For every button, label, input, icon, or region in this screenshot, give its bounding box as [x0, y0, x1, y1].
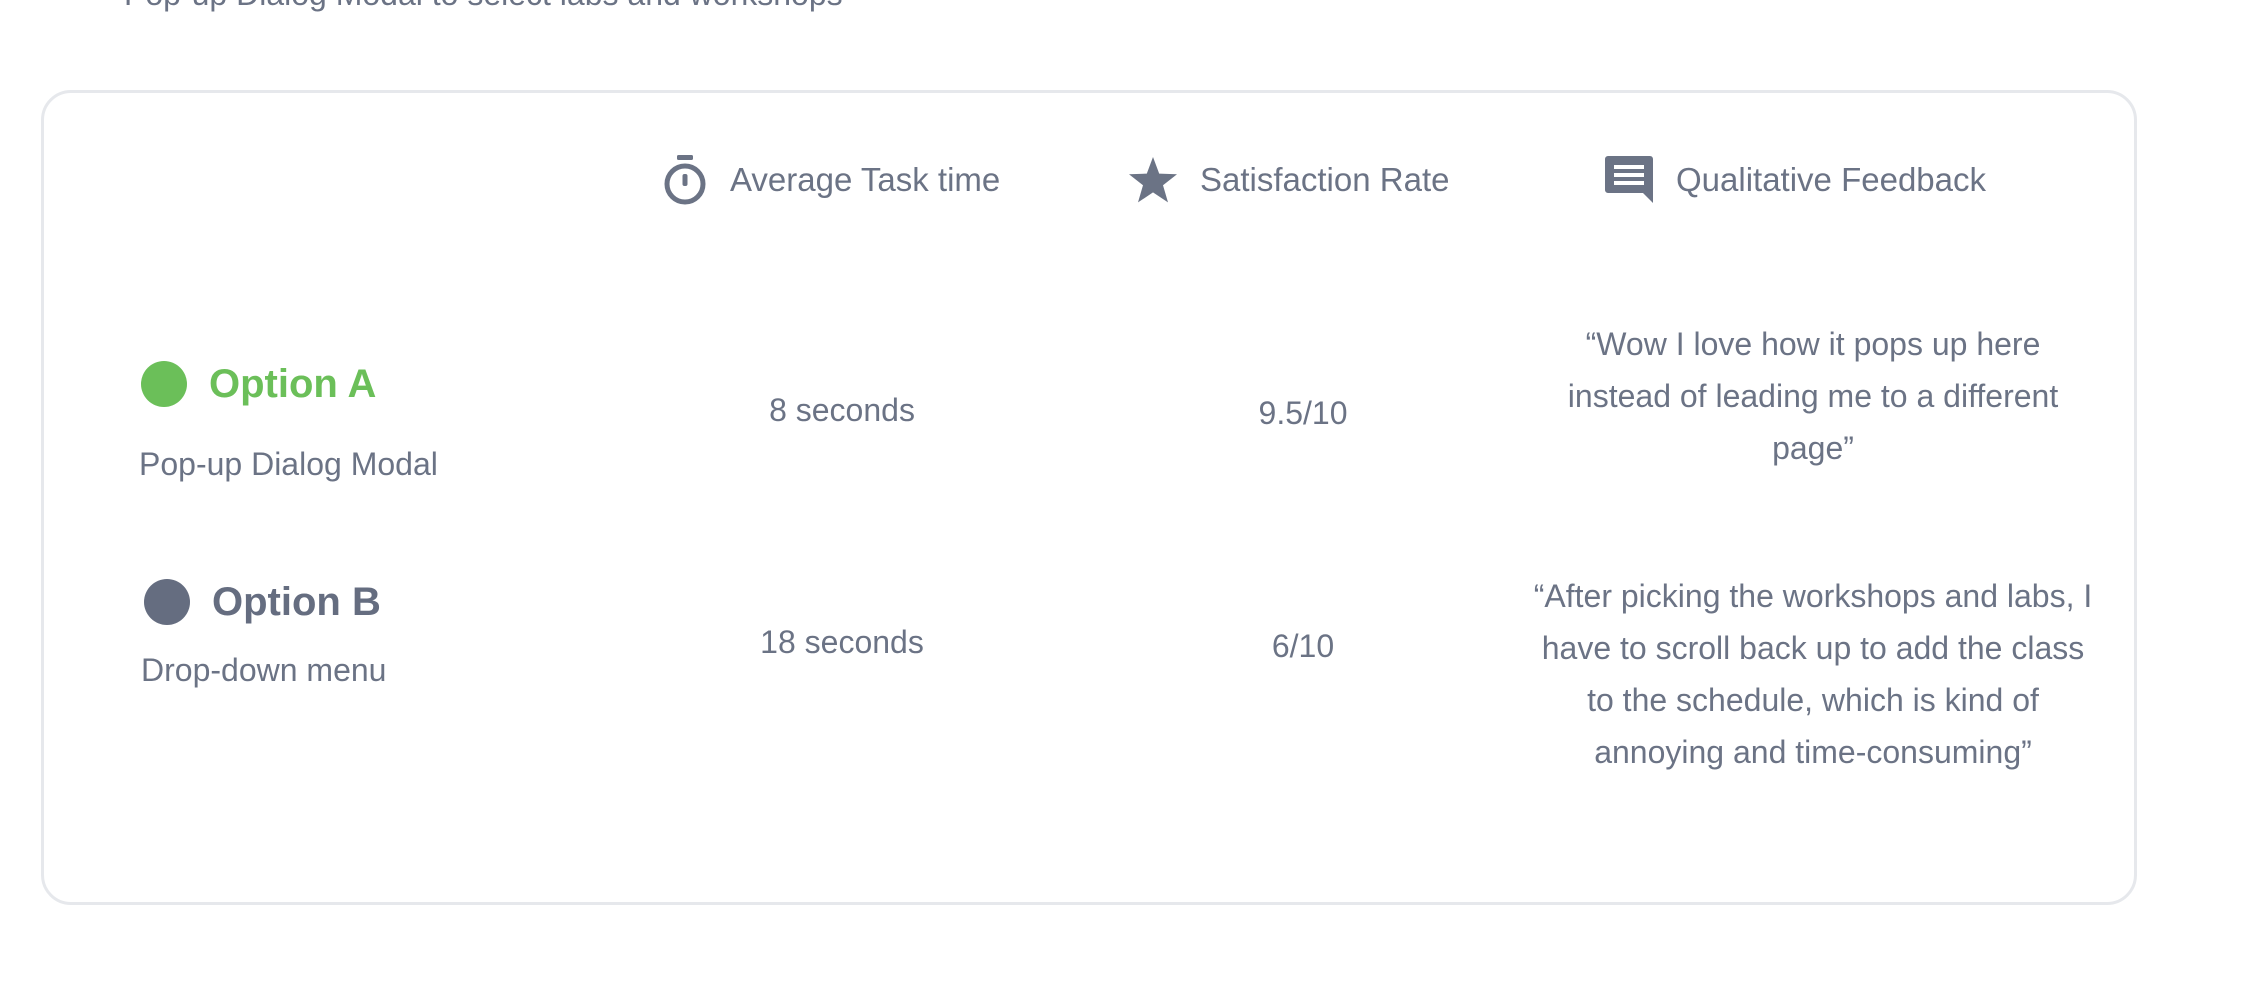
- option-b-satisfaction: 6/10: [1271, 628, 1335, 664]
- option-b-title: Option B: [212, 579, 381, 624]
- comment-icon: [1604, 154, 1654, 206]
- star-icon: [1128, 156, 1178, 204]
- column-header-satisfaction: Satisfaction Rate: [1128, 150, 1449, 210]
- option-b-feedback: “After picking the workshops and labs, I…: [1533, 578, 2093, 770]
- option-a-feedback: “Wow I love how it pops up here instead …: [1567, 326, 2059, 466]
- stopwatch-icon: [662, 154, 708, 206]
- column-label-satisfaction: Satisfaction Rate: [1200, 161, 1450, 198]
- column-label-task-time: Average Task time: [730, 161, 1001, 198]
- option-a-dot: [141, 361, 187, 407]
- option-a-title: Option A: [209, 361, 377, 406]
- option-a-task-time: 8 seconds: [769, 392, 915, 428]
- option-a-subtitle: Pop-up Dialog Modal: [139, 446, 438, 482]
- comparison-card: [41, 90, 2137, 905]
- page-subtitle: Pop-up Dialog Modal to select labs and w…: [124, 0, 843, 14]
- option-b-header: Option B: [144, 576, 381, 628]
- option-b-subtitle: Drop-down menu: [141, 652, 387, 688]
- option-a-satisfaction: 9.5/10: [1258, 395, 1348, 431]
- option-b-task-time: 18 seconds: [760, 624, 924, 660]
- column-label-feedback: Qualitative Feedback: [1676, 161, 1987, 198]
- option-a-header: Option A: [141, 358, 376, 410]
- column-header-task-time: Average Task time: [662, 150, 1000, 210]
- option-b-dot: [144, 579, 190, 625]
- column-header-feedback: Qualitative Feedback: [1604, 150, 1986, 210]
